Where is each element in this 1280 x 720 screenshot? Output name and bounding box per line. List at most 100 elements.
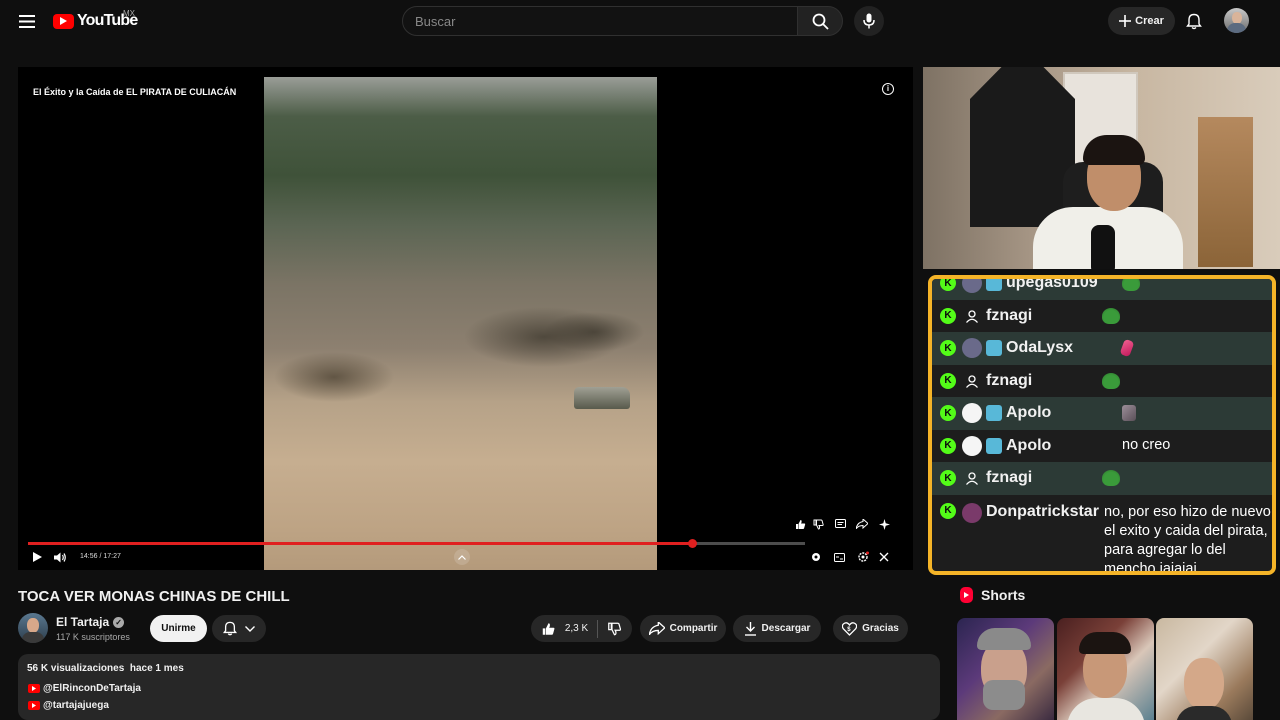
player-share-icon[interactable] — [856, 518, 868, 530]
volume-button[interactable] — [54, 551, 67, 563]
kick-badge-icon: K — [940, 502, 956, 519]
create-button[interactable]: Crear — [1108, 7, 1175, 35]
thumbs-down-icon — [608, 622, 622, 635]
like-count[interactable]: 2,3 K — [565, 623, 588, 634]
channel-avatar[interactable] — [18, 613, 48, 643]
description-link-1[interactable]: @ElRinconDeTartaja — [28, 683, 141, 694]
pepe-emote-icon — [1102, 307, 1120, 324]
heart-dollar-icon: $ — [842, 621, 858, 636]
exit-fullscreen-icon[interactable] — [878, 551, 890, 563]
youtube-play-icon — [53, 13, 74, 29]
search-field[interactable] — [402, 6, 798, 36]
shorts-header: Shorts — [960, 587, 1025, 603]
subscription-notifications-button[interactable] — [212, 615, 266, 642]
time-display: 14:56 / 17:27 — [80, 553, 121, 560]
streamer-webcam — [923, 67, 1280, 269]
chat-message: K Apolo — [932, 397, 1272, 430]
kick-badge-icon: K — [940, 470, 956, 487]
account-avatar[interactable] — [1224, 8, 1249, 33]
download-label: Descargar — [761, 623, 811, 634]
channel-link-text[interactable]: @tartajajuega — [43, 700, 109, 711]
chat-username: fznagi — [986, 306, 1033, 324]
share-button[interactable]: Compartir — [640, 615, 726, 642]
search-button[interactable] — [797, 6, 843, 36]
dislike-button[interactable] — [607, 622, 622, 636]
share-label: Compartir — [669, 623, 718, 634]
kick-badge-icon: K — [940, 437, 956, 454]
autoplay-toggle-icon[interactable] — [810, 551, 822, 563]
description-meta: 56 K visualizaciones hace 1 mes — [27, 663, 184, 674]
chat-message: Kfznagi — [932, 365, 1272, 398]
subscriber-badge-icon — [986, 405, 1002, 422]
pepe-emote-icon — [1102, 372, 1120, 389]
download-icon — [744, 621, 756, 636]
hamburger-icon — [19, 14, 35, 28]
plus-icon — [1119, 15, 1132, 27]
chat-message: Kfznagi — [932, 462, 1272, 495]
player-dislike-icon[interactable] — [812, 518, 824, 530]
chat-user-avatar — [962, 371, 982, 391]
kick-badge-icon: K — [940, 307, 956, 324]
player-like-icon[interactable] — [794, 518, 806, 530]
chat-user-avatar — [962, 403, 982, 424]
kick-badge-icon: K — [940, 405, 956, 422]
chat-username: Donpatrickstar — [986, 502, 1099, 520]
kick-badge-icon: K — [940, 279, 956, 292]
chevron-up-icon[interactable] — [454, 549, 470, 565]
description-link-2[interactable]: @tartajajuega — [28, 700, 109, 711]
channel-name-link[interactable]: El Tartaja ✓ — [56, 615, 125, 629]
short-thumbnail[interactable] — [1156, 618, 1253, 720]
kick-badge-icon: K — [940, 372, 956, 389]
youtube-icon — [28, 684, 40, 693]
view-count: 56 K visualizaciones — [27, 663, 125, 674]
bell-icon — [1186, 13, 1202, 29]
chat-message: K Apolo no creo — [932, 430, 1272, 463]
player-video-title[interactable]: El Éxito y la Caída de EL PIRATA DE CULI… — [33, 87, 236, 97]
short-thumbnail[interactable] — [1057, 618, 1154, 720]
progress-scrubber[interactable] — [688, 539, 698, 548]
video-title: TOCA VER MONAS CHINAS DE CHILL — [18, 588, 290, 605]
kick-badge-icon: K — [940, 340, 956, 357]
play-button[interactable] — [31, 551, 43, 563]
voice-search-button[interactable] — [854, 6, 884, 36]
country-code: MX — [123, 9, 135, 18]
chat-user-avatar — [962, 502, 982, 523]
like-button[interactable] — [541, 622, 556, 636]
chat-message-text: no, por eso hizo de nuevo el exito y cai… — [1104, 503, 1271, 575]
chat-message-list: Kupegas0109 Kfznagi K OdaLysx Kfznagi K Apolo K… — [932, 275, 1272, 575]
download-button[interactable]: Descargar — [733, 615, 821, 642]
video-frame[interactable] — [264, 77, 657, 570]
webcam-microphone — [1091, 225, 1115, 269]
chat-username: upegas0109 — [1006, 275, 1098, 292]
short-thumbnail[interactable] — [957, 618, 1054, 720]
player-sparkle-icon[interactable] — [878, 518, 890, 530]
thanks-button[interactable]: $ Gracias — [833, 615, 908, 642]
player-comments-icon[interactable] — [834, 518, 846, 530]
progress-bar[interactable] — [28, 539, 805, 548]
create-label: Crear — [1135, 15, 1164, 27]
search-input[interactable] — [415, 13, 797, 29]
chat-user-avatar — [962, 468, 982, 488]
chat-message: K Donpatrickstar no, por eso hizo de nuevo… — [932, 495, 1272, 575]
subtitles-icon[interactable] — [833, 551, 845, 563]
top-header: YouTube MX Crear — [0, 0, 1280, 42]
rock-emote-icon — [1122, 405, 1136, 422]
menu-button[interactable] — [14, 10, 40, 32]
share-icon — [648, 622, 665, 635]
channel-link-text[interactable]: @ElRinconDeTartaja — [43, 683, 141, 694]
youtube-icon — [28, 701, 40, 710]
video-scene-vehicle — [574, 387, 630, 409]
subscriber-badge-icon — [986, 437, 1002, 454]
notifications-button[interactable] — [1182, 9, 1206, 33]
play-icon — [32, 552, 42, 562]
search-icon — [812, 13, 829, 30]
chat-user-avatar — [962, 338, 982, 359]
chat-username: fznagi — [986, 371, 1033, 389]
join-button[interactable]: Unirme — [150, 615, 207, 642]
channel-name[interactable]: El Tartaja — [56, 615, 109, 629]
video-player[interactable]: El Éxito y la Caída de EL PIRATA DE CULI… — [18, 67, 913, 570]
info-icon[interactable]: i — [882, 83, 894, 95]
chat-user-avatar — [962, 279, 982, 294]
pepe-emote-icon — [1122, 279, 1140, 292]
settings-icon[interactable] — [856, 551, 869, 563]
